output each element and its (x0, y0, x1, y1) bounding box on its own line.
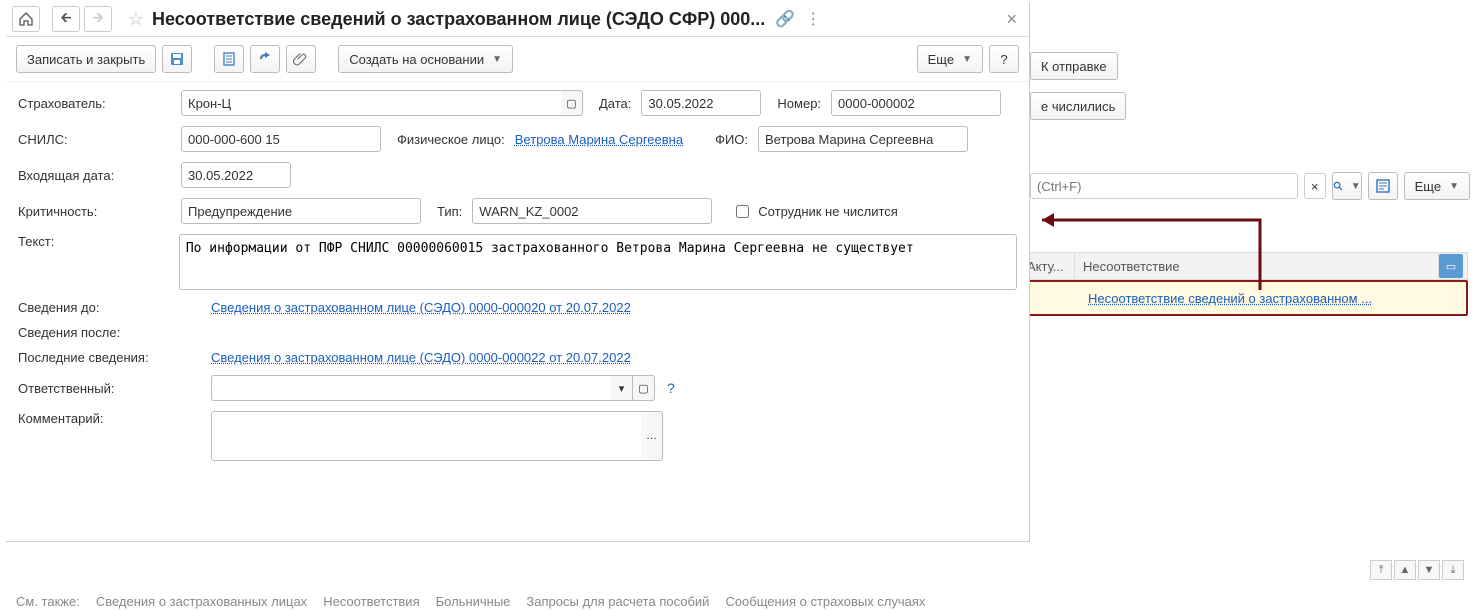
help-label: ? (1000, 52, 1007, 67)
responsible-help-icon[interactable]: ? (667, 380, 675, 396)
fio-input[interactable] (758, 126, 968, 152)
responsible-open[interactable]: ▢ (633, 375, 655, 401)
list-button[interactable] (214, 45, 244, 73)
list-icon (221, 51, 237, 67)
bg-not-listed-button[interactable]: е числились (1030, 92, 1126, 120)
snils-input[interactable] (181, 126, 381, 152)
arrow-action-icon (257, 51, 273, 67)
bg-to-send-button[interactable]: К отправке (1030, 52, 1118, 80)
bg-more-label: Еще (1415, 179, 1441, 194)
bg-report-button[interactable] (1368, 172, 1398, 200)
create-based-button[interactable]: Создать на основании▼ (338, 45, 513, 73)
card-icon[interactable]: ▭ (1439, 254, 1463, 278)
last-link[interactable]: Сведения о застрахованном лице (СЭДО) 00… (211, 350, 631, 365)
before-label: Сведения до: (18, 300, 203, 315)
responsible-dropdown[interactable]: ▾ (611, 375, 633, 401)
page-first[interactable]: ⤒ (1370, 560, 1392, 580)
bg-search-clear[interactable]: × (1304, 173, 1326, 199)
footer-link-0[interactable]: Сведения о застрахованных лицах (96, 594, 307, 609)
bg-not-listed-label: е числились (1041, 99, 1115, 114)
comment-label: Комментарий: (18, 411, 203, 426)
date-input[interactable] (641, 90, 761, 116)
save-button[interactable] (162, 45, 192, 73)
bg-th-mismatch[interactable]: Несоответствие (1075, 253, 1439, 279)
bg-to-send-label: К отправке (1041, 59, 1107, 74)
last-label: Последние сведения: (18, 350, 203, 365)
help-button[interactable]: ? (989, 45, 1019, 73)
footer-link-2[interactable]: Больничные (436, 594, 511, 609)
person-link[interactable]: Ветрова Марина Сергеевна (515, 132, 683, 147)
type-label: Тип: (437, 204, 462, 219)
kebab-menu-icon[interactable]: ⋮ (803, 9, 823, 29)
action-button[interactable] (250, 45, 280, 73)
dialog-window: 🡰 🡲 ☆ Несоответствие сведений о застрахо… (6, 2, 1030, 542)
footer-link-3[interactable]: Запросы для расчета пособий (526, 594, 709, 609)
number-input[interactable] (831, 90, 1001, 116)
footer-links: См. также: Сведения о застрахованных лиц… (16, 594, 925, 609)
link-icon[interactable]: 🔗 (775, 9, 795, 29)
bg-table-row[interactable]: Несоответствие сведений о застрахованном… (1018, 280, 1468, 316)
bg-more-button[interactable]: Еще▼ (1404, 172, 1470, 200)
fio-label: ФИО: (715, 132, 748, 147)
snils-label: СНИЛС: (18, 132, 173, 147)
paperclip-icon (293, 51, 309, 67)
comment-expand[interactable]: … (641, 411, 663, 461)
back-button[interactable]: 🡰 (52, 6, 80, 32)
home-icon (18, 11, 34, 27)
save-close-button[interactable]: Записать и закрыть (16, 45, 156, 73)
comment-textarea[interactable] (211, 411, 641, 461)
date-label: Дата: (599, 96, 631, 111)
before-link[interactable]: Сведения о застрахованном лице (СЭДО) 00… (211, 300, 631, 315)
page-last[interactable]: ⤓ (1442, 560, 1464, 580)
report-icon (1375, 178, 1391, 194)
incoming-date-input[interactable] (181, 162, 291, 188)
responsible-input[interactable] (211, 375, 611, 401)
insurer-label: Страхователь: (18, 96, 173, 111)
save-icon (169, 51, 185, 67)
number-label: Номер: (777, 96, 821, 111)
incoming-date-label: Входящая дата: (18, 168, 173, 183)
forward-button[interactable]: 🡲 (84, 6, 112, 32)
more-label: Еще (928, 52, 954, 67)
criticality-label: Критичность: (18, 204, 173, 219)
more-button[interactable]: Еще▼ (917, 45, 983, 73)
employee-absent-label: Сотрудник не числится (758, 204, 898, 219)
titlebar: 🡰 🡲 ☆ Несоответствие сведений о застрахо… (6, 2, 1029, 37)
bg-row-link[interactable]: Несоответствие сведений о застрахованном… (1088, 291, 1372, 306)
type-input[interactable] (472, 198, 712, 224)
criticality-input[interactable] (181, 198, 421, 224)
attach-button[interactable] (286, 45, 316, 73)
after-label: Сведения после: (18, 325, 203, 340)
toolbar: Записать и закрыть Создать на основании▼… (6, 37, 1029, 82)
bg-table-header: Акту... Несоответствие ▭ (1018, 252, 1468, 280)
bg-search-input[interactable] (1030, 173, 1298, 199)
insurer-open-button[interactable]: ▢ (561, 90, 583, 116)
responsible-label: Ответственный: (18, 381, 203, 396)
paging-controls: ⤒ ▲ ▼ ⤓ (1370, 560, 1464, 580)
insurer-input[interactable] (181, 90, 561, 116)
search-icon (1333, 178, 1343, 194)
footer-link-1[interactable]: Несоответствия (323, 594, 419, 609)
person-label: Физическое лицо: (397, 132, 505, 147)
text-textarea[interactable] (179, 234, 1017, 290)
favorite-star-icon[interactable]: ☆ (124, 9, 148, 30)
page-down[interactable]: ▼ (1418, 560, 1440, 580)
text-label: Текст: (18, 234, 171, 249)
window-title: Несоответствие сведений о застрахованном… (152, 9, 765, 30)
bg-search-button[interactable]: ▼ (1332, 172, 1362, 200)
page-up[interactable]: ▲ (1394, 560, 1416, 580)
create-based-label: Создать на основании (349, 52, 484, 67)
employee-absent-checkbox[interactable] (736, 205, 749, 218)
home-button[interactable] (12, 6, 40, 32)
save-close-label: Записать и закрыть (27, 52, 145, 67)
footer-link-4[interactable]: Сообщения о страховых случаях (725, 594, 925, 609)
footer-label: См. также: (16, 594, 80, 609)
close-button[interactable]: × (1000, 9, 1023, 30)
